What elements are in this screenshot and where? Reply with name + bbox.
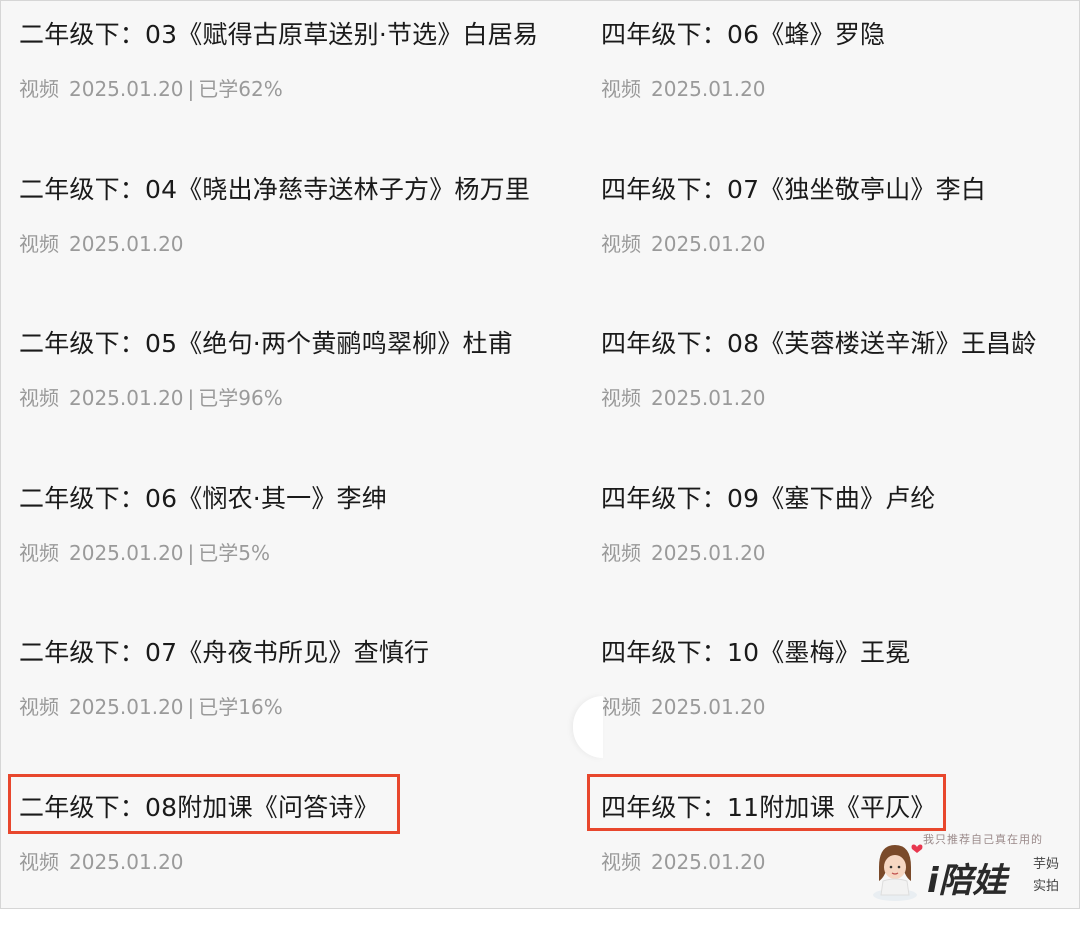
course-title[interactable]: 二年级下：05《绝句·两个黄鹂鸣翠柳》杜甫 <box>19 326 513 362</box>
highlight-box-left <box>8 774 400 834</box>
watermark-tag: 实拍 <box>1033 875 1059 894</box>
course-title[interactable]: 二年级下：06《悯农·其一》李绅 <box>19 481 387 517</box>
content-type: 视频 <box>601 850 641 874</box>
course-item[interactable]: 四年级下：06《蜂》罗隐 视频 2025.01.20 <box>601 1 1071 156</box>
course-item[interactable]: 二年级下：07《舟夜书所见》查慎行 视频 2025.01.20|已学16% <box>19 619 589 774</box>
course-item[interactable]: 二年级下：05《绝句·两个黄鹂鸣翠柳》杜甫 视频 2025.01.20|已学96% <box>19 310 589 465</box>
meta-separator: | <box>188 77 195 101</box>
course-meta: 视频 2025.01.20 <box>601 384 766 412</box>
content-type: 视频 <box>601 695 641 719</box>
publish-date: 2025.01.20 <box>651 386 766 410</box>
learn-progress: 已学5% <box>198 541 270 565</box>
highlight-box-right <box>587 774 946 831</box>
publish-date: 2025.01.20 <box>651 77 766 101</box>
course-meta: 视频 2025.01.20 <box>601 539 766 567</box>
course-title[interactable]: 四年级下：08《芙蓉楼送辛渐》王昌龄 <box>601 326 1036 362</box>
watermark-tag: 芋妈 <box>1033 853 1059 872</box>
course-meta: 视频 2025.01.20 <box>19 230 184 258</box>
publish-date: 2025.01.20 <box>69 386 184 410</box>
meta-separator: | <box>188 695 195 719</box>
course-meta: 视频 2025.01.20|已学96% <box>19 384 283 412</box>
publish-date: 2025.01.20 <box>69 850 184 874</box>
course-meta: 视频 2025.01.20|已学62% <box>19 75 283 103</box>
content-type: 视频 <box>601 386 641 410</box>
meta-separator: | <box>188 541 195 565</box>
course-title[interactable]: 四年级下：06《蜂》罗隐 <box>601 17 885 53</box>
watermark-slogan: 我只推荐自己真在用的 <box>923 831 1043 847</box>
publish-date: 2025.01.20 <box>651 850 766 874</box>
course-meta: 视频 2025.01.20 <box>601 230 766 258</box>
course-title[interactable]: 二年级下：04《晓出净慈寺送林子方》杨万里 <box>19 172 530 208</box>
course-item[interactable]: 四年级下：09《塞下曲》卢纶 视频 2025.01.20 <box>601 465 1071 620</box>
course-item[interactable]: 二年级下：03《赋得古原草送别·节选》白居易 视频 2025.01.20|已学62… <box>19 1 589 156</box>
publish-date: 2025.01.20 <box>69 695 184 719</box>
content-type: 视频 <box>19 695 59 719</box>
course-title[interactable]: 二年级下：03《赋得古原草送别·节选》白居易 <box>19 17 538 53</box>
publish-date: 2025.01.20 <box>651 695 766 719</box>
content-type: 视频 <box>19 850 59 874</box>
publish-date: 2025.01.20 <box>651 232 766 256</box>
content-type: 视频 <box>19 386 59 410</box>
course-item[interactable]: 四年级下：10《墨梅》王冕 视频 2025.01.20 <box>601 619 1071 774</box>
content-type: 视频 <box>19 77 59 101</box>
publish-date: 2025.01.20 <box>651 541 766 565</box>
course-title[interactable]: 四年级下：10《墨梅》王冕 <box>601 635 910 671</box>
publish-date: 2025.01.20 <box>69 541 184 565</box>
learn-progress: 已学62% <box>198 77 282 101</box>
course-title[interactable]: 四年级下：07《独坐敬亭山》李白 <box>601 172 986 208</box>
watermark: 我只推荐自己真在用的 i陪娃 芋妈 实拍 <box>865 829 1075 904</box>
course-meta: 视频 2025.01.20|已学5% <box>19 539 270 567</box>
meta-separator: | <box>188 386 195 410</box>
course-item[interactable]: 四年级下：07《独坐敬亭山》李白 视频 2025.01.20 <box>601 156 1071 311</box>
course-item[interactable]: 四年级下：08《芙蓉楼送辛渐》王昌龄 视频 2025.01.20 <box>601 310 1071 465</box>
watermark-brand: i陪娃 <box>927 853 1007 902</box>
content-type: 视频 <box>601 541 641 565</box>
course-title[interactable]: 二年级下：07《舟夜书所见》查慎行 <box>19 635 429 671</box>
course-meta: 视频 2025.01.20 <box>601 848 766 876</box>
course-meta: 视频 2025.01.20 <box>601 75 766 103</box>
learn-progress: 已学16% <box>198 695 282 719</box>
course-meta: 视频 2025.01.20 <box>19 848 184 876</box>
course-list-panel: 二年级下：03《赋得古原草送别·节选》白居易 视频2025.01.20|已学62… <box>0 0 1080 909</box>
content-type: 视频 <box>601 232 641 256</box>
course-item[interactable]: 二年级下：04《晓出净慈寺送林子方》杨万里 视频 2025.01.20 <box>19 156 589 311</box>
course-meta: 视频 2025.01.20|已学16% <box>19 693 283 721</box>
course-item[interactable]: 二年级下：06《悯农·其一》李绅 视频 2025.01.20|已学5% <box>19 465 589 620</box>
content-type: 视频 <box>601 77 641 101</box>
course-title[interactable]: 四年级下：09《塞下曲》卢纶 <box>601 481 936 517</box>
publish-date: 2025.01.20 <box>69 77 184 101</box>
content-type: 视频 <box>19 232 59 256</box>
avatar-illustration-icon <box>865 837 925 901</box>
publish-date: 2025.01.20 <box>69 232 184 256</box>
content-type: 视频 <box>19 541 59 565</box>
learn-progress: 已学96% <box>198 386 282 410</box>
course-meta: 视频 2025.01.20 <box>601 693 766 721</box>
